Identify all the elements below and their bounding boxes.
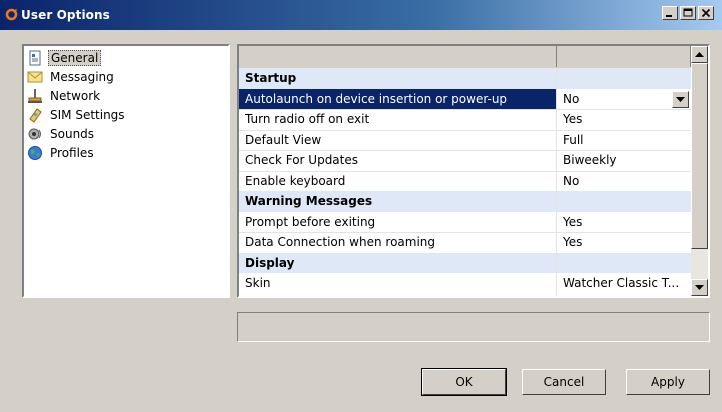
nav-item-network[interactable]: Network [27,87,102,105]
envelope-icon [27,69,43,85]
nav-item-general[interactable]: General [27,49,102,67]
cancel-button[interactable]: Cancel [522,369,606,395]
window-title: User Options [21,8,110,22]
property-value[interactable]: Yes [563,212,582,232]
nav-item-label: Sounds [50,127,95,141]
property-row[interactable]: Prompt before exiting Yes [239,212,691,233]
maximize-button[interactable] [680,6,696,20]
property-name: Prompt before exiting [245,214,376,229]
globe-icon [27,145,43,161]
speaker-icon [27,126,43,142]
nav-item-profiles[interactable]: Profiles [27,144,96,162]
category-row[interactable]: Warning Messages [239,191,691,212]
app-logo-icon [5,8,18,21]
sim-card-icon [27,107,43,123]
property-value[interactable]: Watcher Classic T... [563,273,679,293]
scroll-thumb[interactable] [691,63,708,249]
property-row[interactable]: Autolaunch on device insertion or power-… [239,88,691,110]
apply-button[interactable]: Apply [626,369,710,395]
nav-item-sim-settings[interactable]: SIM Settings [27,106,127,124]
property-name: Autolaunch on device insertion or power-… [245,91,508,106]
scroll-down-button[interactable] [691,279,708,296]
property-row[interactable]: Skin Watcher Classic T... [239,273,691,294]
close-button[interactable] [698,6,714,20]
category-label: Warning Messages [245,194,373,208]
property-row[interactable]: Default View Full [239,130,691,151]
property-name: Data Connection when roaming [245,235,436,249]
nav-item-label: Messaging [50,70,114,84]
minimize-button[interactable] [662,6,678,20]
scroll-up-button[interactable] [691,46,708,63]
property-row[interactable]: Enable keyboard No [239,171,691,192]
property-value[interactable]: Yes [563,232,582,252]
property-name: Enable keyboard [245,173,346,188]
nav-item-label: SIM Settings [50,108,125,122]
general-icon [27,50,43,66]
title-bar[interactable]: User Options [0,0,722,30]
arrow-down-icon [695,285,704,290]
property-row[interactable]: Turn radio off on exit Yes [239,109,691,130]
ok-button[interactable]: OK [421,368,507,396]
category-row[interactable]: Display [239,252,691,273]
nav-item-label: Network [50,89,101,103]
property-name: Turn radio off on exit [245,112,370,126]
property-row[interactable]: Check For Updates Biweekly [239,150,691,171]
category-label: Startup [245,71,297,85]
property-name: Default View [245,132,322,147]
property-name: Skin [245,276,271,290]
nav-item-label: General [48,50,102,66]
category-label: Display [245,255,295,270]
property-value[interactable]: No [563,171,579,191]
property-value[interactable]: Full [563,130,584,150]
nav-item-messaging[interactable]: Messaging [27,68,116,86]
property-value[interactable]: Biweekly [563,150,617,170]
property-value[interactable]: Yes [563,109,582,129]
property-value[interactable]: No [563,89,579,109]
property-name: Check For Updates [245,153,359,167]
network-icon [27,88,43,104]
description-panel [237,312,710,342]
chevron-down-icon [676,96,685,102]
grid-header-name-column[interactable] [239,46,557,67]
property-grid[interactable]: Startup Autolaunch on device insertion o… [237,44,710,298]
grid-header [239,46,691,69]
vertical-scrollbar[interactable] [691,46,708,296]
category-row[interactable]: Startup [239,68,691,89]
category-list[interactable]: General Messaging Network SIM Settings S… [22,44,230,298]
arrow-up-icon [695,52,704,57]
value-dropdown-button[interactable] [672,90,689,108]
nav-item-sounds[interactable]: Sounds [27,125,96,143]
nav-item-label: Profiles [50,146,94,160]
property-row[interactable]: Data Connection when roaming Yes [239,232,691,253]
grid-header-value-column[interactable] [557,46,691,67]
